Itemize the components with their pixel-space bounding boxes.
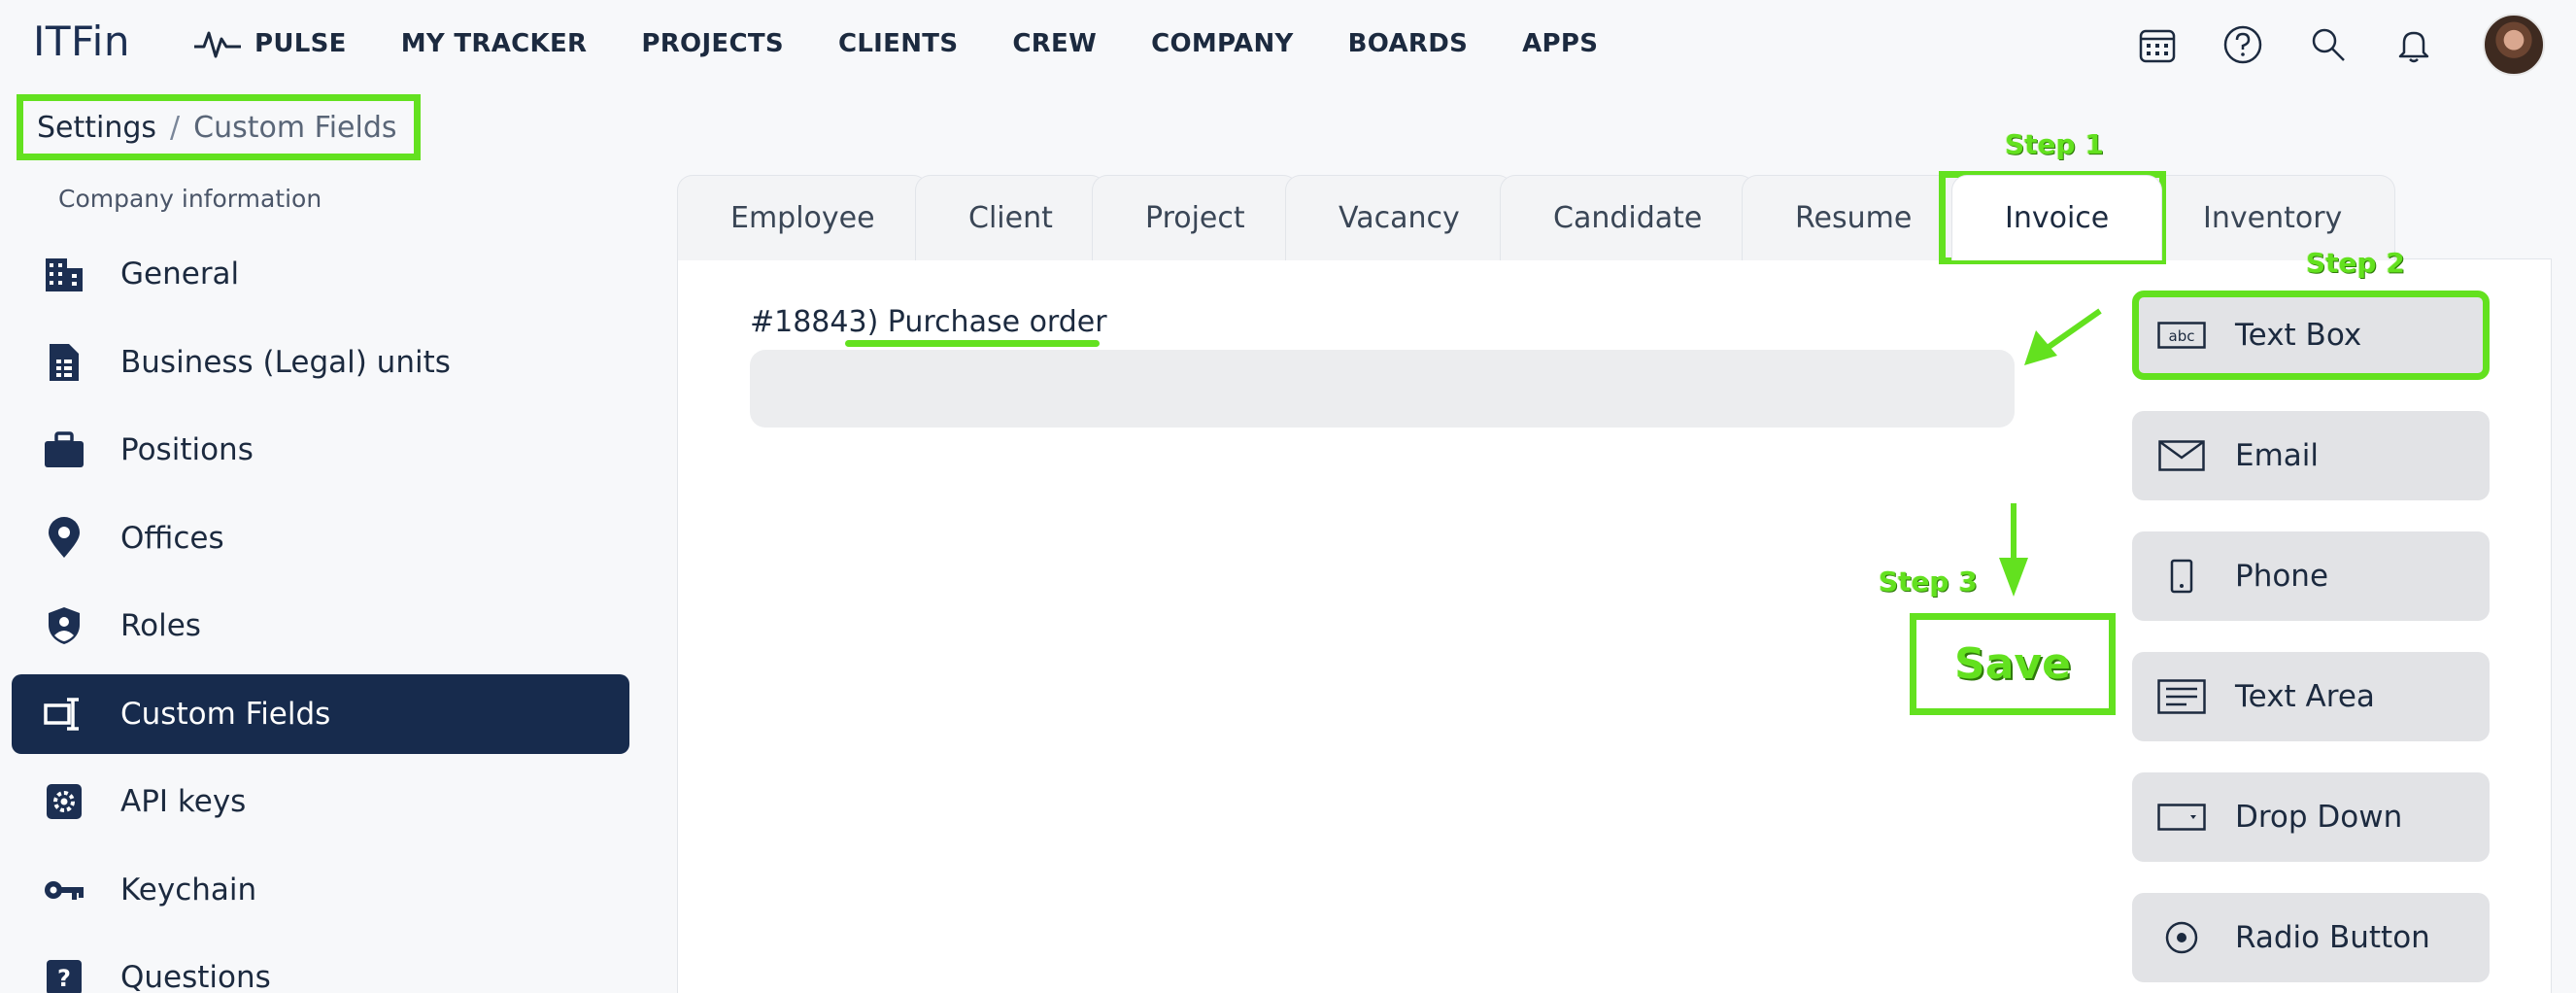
tab-invoice[interactable]: Invoice: [1951, 175, 2163, 260]
annotation-arrows: [1999, 308, 2102, 597]
